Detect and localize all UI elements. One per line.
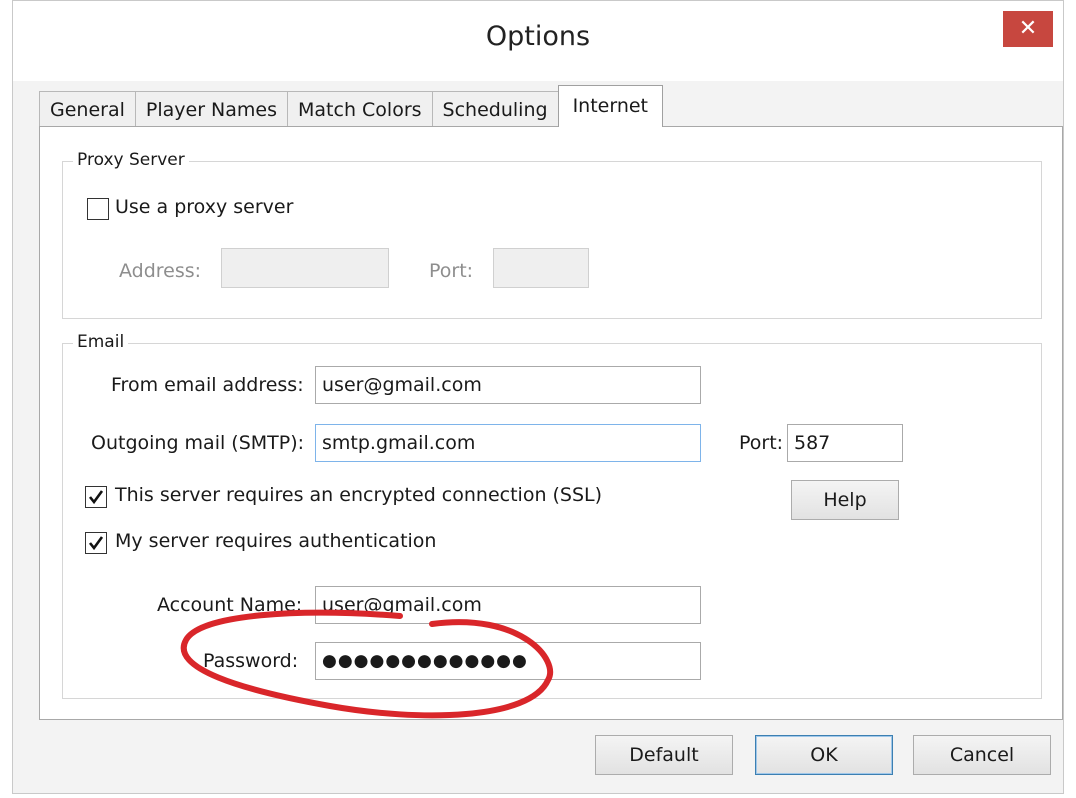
tab-scheduling[interactable]: Scheduling xyxy=(431,91,559,127)
window-title: Options xyxy=(485,21,591,52)
password-input[interactable]: ●●●●●●●●●●●●● xyxy=(315,642,701,680)
smtp-input[interactable]: smtp.gmail.com xyxy=(315,424,701,462)
ssl-checkbox[interactable] xyxy=(85,486,107,508)
tab-general[interactable]: General xyxy=(39,91,136,127)
from-email-input[interactable]: user@gmail.com xyxy=(315,366,701,404)
help-button[interactable]: Help xyxy=(791,480,899,520)
email-group: Email From email address: user@gmail.com… xyxy=(62,332,1042,699)
tab-match-colors[interactable]: Match Colors xyxy=(287,91,433,127)
auth-checkbox[interactable] xyxy=(85,532,107,554)
proxy-address-input[interactable] xyxy=(221,248,389,288)
check-icon xyxy=(88,536,104,551)
email-legend: Email xyxy=(73,332,129,352)
close-icon: ✕ xyxy=(1018,16,1038,41)
title-bar: Options ✕ xyxy=(13,1,1063,81)
smtp-port-input[interactable]: 587 xyxy=(787,424,903,462)
tab-internet[interactable]: Internet xyxy=(557,85,664,127)
check-icon xyxy=(88,490,104,505)
close-button[interactable]: ✕ xyxy=(1003,11,1053,47)
ssl-label[interactable]: This server requires an encrypted connec… xyxy=(115,484,602,506)
account-name-input[interactable]: user@gmail.com xyxy=(315,586,701,624)
use-proxy-checkbox[interactable] xyxy=(87,198,109,220)
tab-strip: General Player Names Match Colors Schedu… xyxy=(39,85,664,127)
account-name-label: Account Name: xyxy=(157,594,303,616)
proxy-server-group: Proxy Server Use a proxy server Address:… xyxy=(62,150,1042,319)
options-dialog: Options ✕ General Player Names Match Col… xyxy=(12,0,1064,794)
default-button[interactable]: Default xyxy=(595,735,733,775)
smtp-port-label: Port: xyxy=(739,432,784,454)
from-email-label: From email address: xyxy=(111,374,304,396)
cancel-button[interactable]: Cancel xyxy=(913,735,1051,775)
internet-tab-panel: Proxy Server Use a proxy server Address:… xyxy=(39,126,1063,720)
auth-label[interactable]: My server requires authentication xyxy=(115,530,436,552)
ok-button[interactable]: OK xyxy=(755,735,893,775)
proxy-address-label: Address: xyxy=(119,260,202,282)
proxy-server-legend: Proxy Server xyxy=(73,150,189,170)
smtp-label: Outgoing mail (SMTP): xyxy=(91,432,305,454)
password-label: Password: xyxy=(203,650,299,672)
tab-player-names[interactable]: Player Names xyxy=(134,91,289,127)
proxy-port-input[interactable] xyxy=(493,248,589,288)
use-proxy-label[interactable]: Use a proxy server xyxy=(115,196,293,218)
proxy-port-label: Port: xyxy=(429,260,474,282)
